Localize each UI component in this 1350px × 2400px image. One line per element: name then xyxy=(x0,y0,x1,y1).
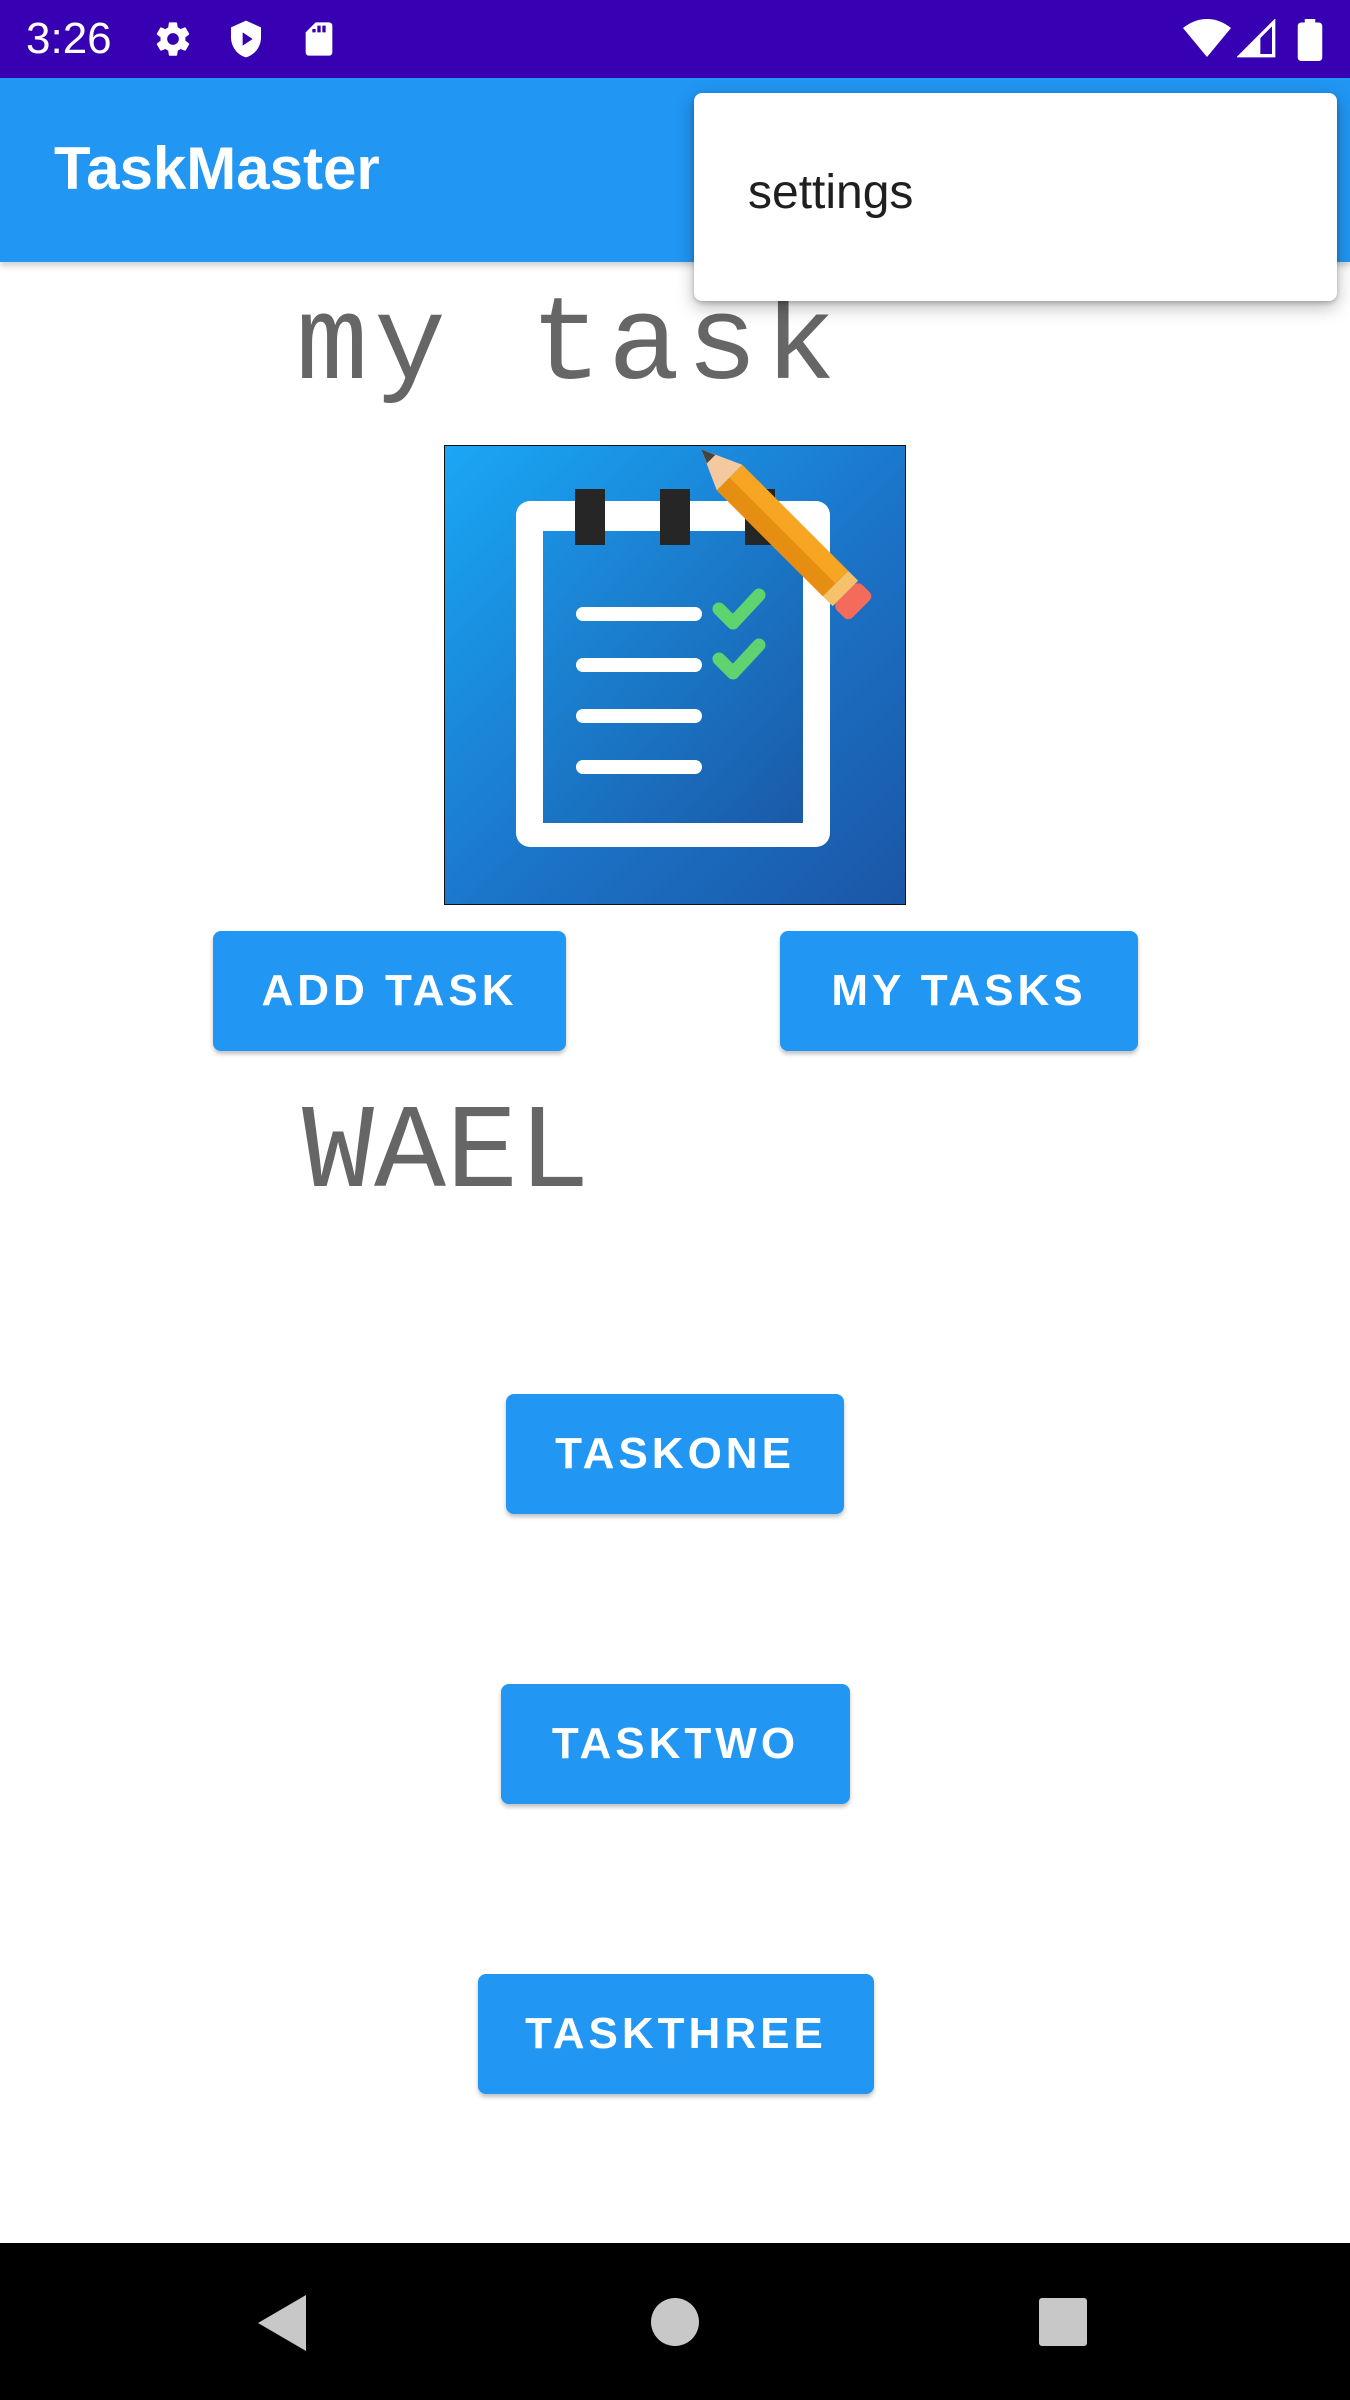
overflow-menu-popup: settings xyxy=(694,93,1337,301)
wifi-icon xyxy=(1183,19,1231,59)
add-task-button[interactable]: ADD TASK xyxy=(213,931,566,1051)
app-title: TaskMaster xyxy=(54,135,380,202)
home-icon[interactable] xyxy=(650,2297,700,2352)
shield-play-icon xyxy=(226,19,266,59)
back-icon[interactable] xyxy=(256,2293,308,2358)
navigation-bar xyxy=(0,2243,1350,2400)
signal-icon xyxy=(1236,18,1277,59)
my-tasks-button[interactable]: MY TASKS xyxy=(780,931,1138,1051)
task-three-button[interactable]: TASKTHREE xyxy=(478,1974,874,2094)
sd-card-icon xyxy=(299,19,339,59)
task-one-button[interactable]: TASKONE xyxy=(506,1394,844,1514)
recents-icon[interactable] xyxy=(1038,2297,1088,2352)
screen: 3:26 TaskMaster settings my task ADD TAS… xyxy=(0,0,1350,2400)
page-heading: my task xyxy=(296,279,843,415)
notepad-checklist-pencil-icon xyxy=(443,444,907,906)
status-time: 3:26 xyxy=(26,14,112,63)
status-bar: 3:26 xyxy=(0,0,1350,78)
menu-item-settings[interactable]: settings xyxy=(694,153,1337,233)
battery-icon xyxy=(1296,19,1324,61)
username-label: WAEL xyxy=(302,1087,591,1223)
gear-icon xyxy=(153,19,193,59)
task-two-button[interactable]: TASKTWO xyxy=(501,1684,850,1804)
